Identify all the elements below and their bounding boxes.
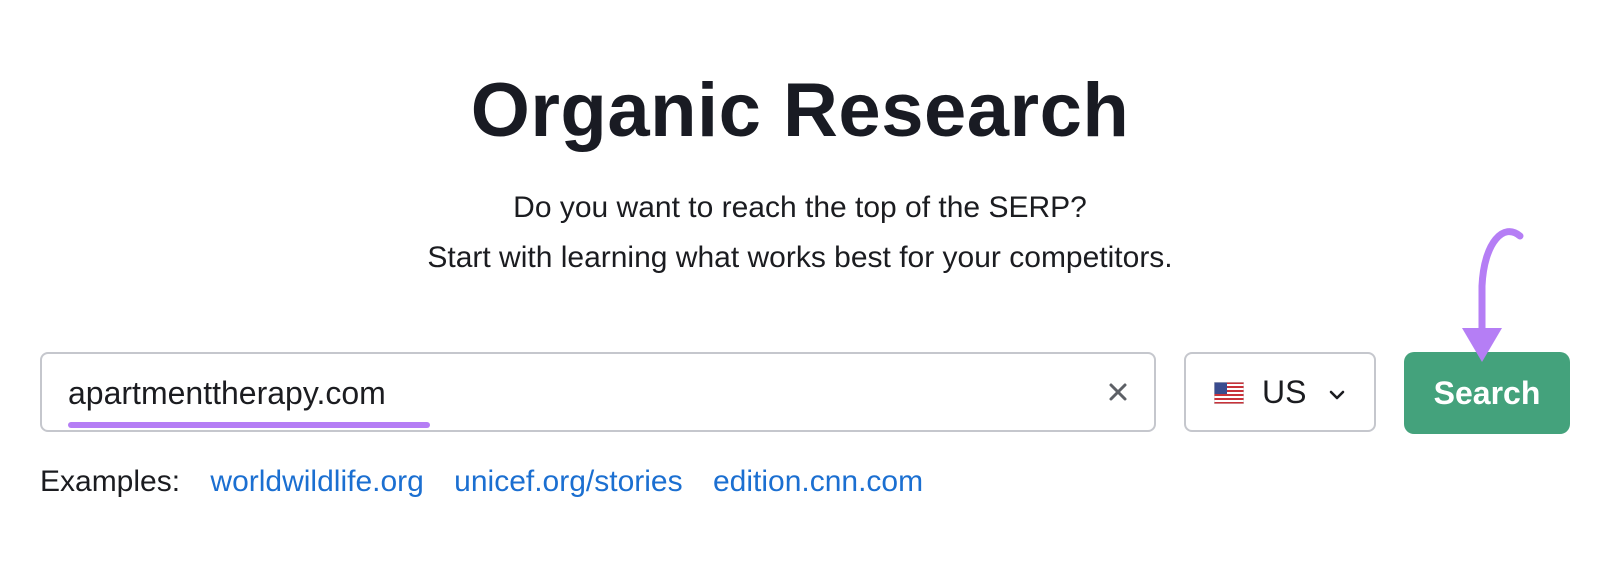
example-link-cnn[interactable]: edition.cnn.com (713, 465, 923, 498)
subtitle-line-1: Do you want to reach the top of the SERP… (513, 191, 1087, 224)
examples-label: Examples: (40, 465, 181, 498)
example-link-unicef[interactable]: unicef.org/stories (454, 465, 682, 498)
domain-search-field[interactable]: apartmenttherapy.com (40, 352, 1156, 432)
country-selector[interactable]: US (1184, 352, 1376, 432)
us-flag-icon (1214, 382, 1244, 404)
chevron-down-icon (1329, 390, 1345, 400)
close-icon[interactable] (1102, 376, 1134, 408)
country-label: US (1262, 374, 1307, 410)
search-button[interactable]: Search (1404, 352, 1570, 434)
subtitle-line-2: Start with learning what works best for … (427, 241, 1173, 274)
examples-row: Examples: worldwildlife.org unicef.org/s… (40, 462, 945, 502)
domain-input-value[interactable]: apartmenttherapy.com (68, 373, 386, 413)
example-link-worldwildlife[interactable]: worldwildlife.org (210, 465, 423, 498)
page-title: Organic Research (470, 68, 1130, 153)
highlight-underline (68, 422, 430, 428)
